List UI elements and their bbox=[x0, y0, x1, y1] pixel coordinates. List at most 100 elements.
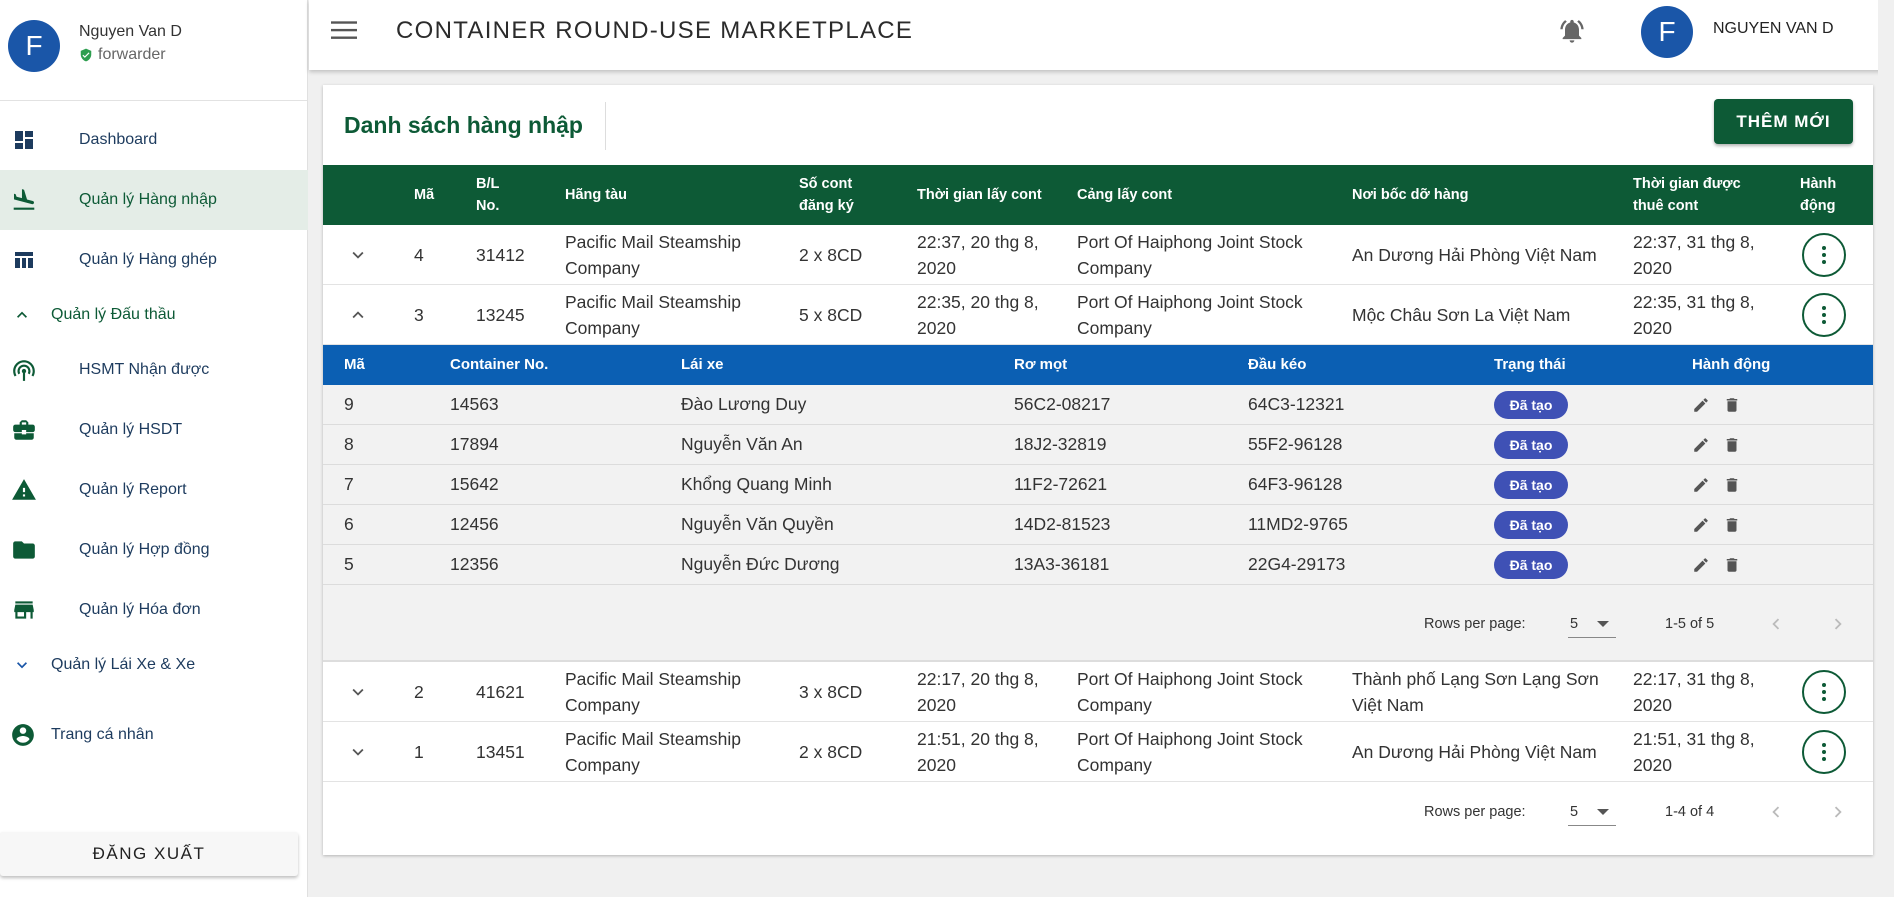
table-pagination: Rows per page: 5 1-4 of 4 bbox=[323, 783, 1873, 843]
shield-check-icon bbox=[80, 48, 92, 62]
page-title: Danh sách hàng nhập bbox=[344, 112, 583, 138]
sidebar-group-dau-thau[interactable]: Quản lý Đấu thầu bbox=[0, 290, 308, 340]
more-actions-button[interactable] bbox=[1802, 293, 1846, 337]
chevron-up-icon[interactable] bbox=[347, 304, 369, 326]
account-circle-icon bbox=[10, 722, 36, 748]
subcell-ro-mooc: 56C2-08217 bbox=[1014, 394, 1111, 414]
chevron-down-icon[interactable] bbox=[347, 681, 369, 703]
table-row[interactable]: 4 31412 Pacific Mail Steamship Company 2… bbox=[323, 225, 1873, 285]
sidebar-group-label: Quản lý Đấu thầu bbox=[51, 306, 176, 323]
cell-noi-boc: Mộc Châu Sơn La Việt Nam bbox=[1352, 305, 1571, 325]
col-tg-thue-line1[interactable]: Thời gian được bbox=[1633, 173, 1741, 195]
subtable-header: Mã Container No. Lái xe Rơ mọt Đầu kéo T… bbox=[323, 345, 1873, 385]
logout-button[interactable]: ĐĂNG XUẤT bbox=[0, 832, 298, 876]
edit-icon[interactable] bbox=[1692, 516, 1710, 534]
delete-icon[interactable] bbox=[1723, 476, 1741, 494]
col-tg-lay-cont[interactable]: Thời gian lấy cont bbox=[917, 184, 1042, 206]
cell-tg-thue: 21:51, 31 thg 8, bbox=[1633, 729, 1755, 749]
col-cang-lay-cont[interactable]: Cảng lấy cont bbox=[1077, 184, 1172, 206]
cell-so-cont: 2 x 8CD bbox=[799, 742, 863, 762]
subcell-lai-xe: Khổng Quang Minh bbox=[681, 474, 832, 494]
sidebar-item-hsdt[interactable]: Quản lý HSDT bbox=[0, 400, 308, 460]
sidebar-item-hop-dong[interactable]: Quản lý Hợp đồng bbox=[0, 520, 308, 580]
cell-cang: Company bbox=[1077, 755, 1152, 775]
header-avatar[interactable]: F bbox=[1641, 6, 1693, 58]
sidebar-item-hang-ghep[interactable]: Quản lý Hàng ghép bbox=[0, 230, 308, 290]
sidebar-item-hsmt[interactable]: HSMT Nhận được bbox=[0, 340, 308, 400]
delete-icon[interactable] bbox=[1723, 516, 1741, 534]
page-scrollbar[interactable] bbox=[1878, 0, 1894, 897]
col-bl-line1[interactable]: B/L bbox=[476, 173, 499, 195]
rows-per-page-select[interactable]: 5 bbox=[1568, 608, 1616, 638]
cell-hang-tau: Company bbox=[565, 695, 640, 715]
sidebar-item-hoa-don[interactable]: Quản lý Hóa đơn bbox=[0, 580, 308, 640]
rows-per-page-value: 5 bbox=[1570, 616, 1579, 632]
sidebar-item-report[interactable]: Quản lý Report bbox=[0, 460, 308, 520]
delete-icon[interactable] bbox=[1723, 436, 1741, 454]
subtable-row[interactable]: 8 17894 Nguyễn Văn An 18J2-32819 55F2-96… bbox=[323, 425, 1873, 465]
cell-tg-lay: 2020 bbox=[917, 318, 956, 338]
col-bl-line2[interactable]: No. bbox=[476, 195, 499, 217]
cell-noi-boc: An Dương Hải Phòng Việt Nam bbox=[1352, 742, 1597, 762]
chevron-left-icon[interactable] bbox=[1765, 613, 1787, 635]
sidebar-group-lai-xe[interactable]: Quản lý Lái Xe & Xe bbox=[0, 640, 308, 690]
status-badge: Đã tạo bbox=[1494, 511, 1568, 539]
col-tg-thue-line2[interactable]: thuê cont bbox=[1633, 195, 1698, 217]
col-so-cont-line1[interactable]: Số cont bbox=[799, 173, 852, 195]
col-ma[interactable]: Mã bbox=[414, 184, 434, 206]
sidebar-item-hang-nhap[interactable]: Quản lý Hàng nhập bbox=[0, 170, 308, 230]
col-noi-boc[interactable]: Nơi bốc dỡ hàng bbox=[1352, 184, 1468, 206]
cell-cang: Port Of Haiphong Joint Stock bbox=[1077, 729, 1303, 749]
edit-icon[interactable] bbox=[1692, 476, 1710, 494]
edit-icon[interactable] bbox=[1692, 396, 1710, 414]
page-range: 1-4 of 4 bbox=[1665, 804, 1715, 820]
table-row[interactable]: 3 13245 Pacific Mail Steamship Company 5… bbox=[323, 285, 1873, 345]
sidebar-item-dashboard[interactable]: Dashboard bbox=[0, 110, 308, 170]
menu-icon[interactable] bbox=[331, 19, 357, 41]
subtable-row[interactable]: 7 15642 Khổng Quang Minh 11F2-72621 64F3… bbox=[323, 465, 1873, 505]
col-so-cont-line2[interactable]: đăng ký bbox=[799, 195, 854, 217]
more-actions-button[interactable] bbox=[1802, 730, 1846, 774]
chevron-right-icon[interactable] bbox=[1827, 613, 1849, 635]
cell-tg-lay: 22:35, 20 thg 8, bbox=[917, 292, 1039, 312]
sidebar-nav: Dashboard Quản lý Hàng nhập Quản lý Hàng… bbox=[0, 110, 308, 780]
subcol-ma: Mã bbox=[344, 356, 365, 373]
subtable-row[interactable]: 9 14563 Đào Lương Duy 56C2-08217 64C3-12… bbox=[323, 385, 1873, 425]
more-actions-button[interactable] bbox=[1802, 670, 1846, 714]
sidebar-item-label: Quản lý HSDT bbox=[79, 421, 183, 438]
chevron-down-icon[interactable] bbox=[347, 244, 369, 266]
subtable-row[interactable]: 5 12356 Nguyễn Đức Dương 13A3-36181 22G4… bbox=[323, 545, 1873, 585]
col-hang-tau[interactable]: Hãng tàu bbox=[565, 184, 627, 206]
cell-so-cont: 5 x 8CD bbox=[799, 305, 863, 325]
subcol-ro-mooc: Rơ mọt bbox=[1014, 356, 1068, 373]
chevron-left-icon[interactable] bbox=[1765, 801, 1787, 823]
header-user-name[interactable]: NGUYEN VAN D bbox=[1713, 20, 1834, 38]
wifi-tethering-icon bbox=[11, 357, 37, 383]
more-actions-button[interactable] bbox=[1802, 233, 1846, 277]
dropdown-arrow-icon bbox=[1597, 809, 1609, 815]
add-new-button[interactable]: THÊM MỚI bbox=[1714, 99, 1853, 144]
chevron-down-icon bbox=[17, 662, 27, 669]
rows-per-page-select[interactable]: 5 bbox=[1568, 796, 1616, 826]
cell-hang-tau: Pacific Mail Steamship bbox=[565, 669, 742, 689]
delete-icon[interactable] bbox=[1723, 556, 1741, 574]
more-vert-icon bbox=[1822, 306, 1826, 324]
table-row[interactable]: 1 13451 Pacific Mail Steamship Company 2… bbox=[323, 722, 1873, 782]
chevron-down-icon[interactable] bbox=[347, 741, 369, 763]
edit-icon[interactable] bbox=[1692, 436, 1710, 454]
store-icon bbox=[11, 597, 37, 623]
import-list-card: Danh sách hàng nhập THÊM MỚI Mã B/L No. … bbox=[323, 85, 1873, 855]
delete-icon[interactable] bbox=[1723, 396, 1741, 414]
chevron-right-icon[interactable] bbox=[1827, 801, 1849, 823]
cell-ma: 4 bbox=[414, 245, 424, 265]
cell-tg-thue: 2020 bbox=[1633, 318, 1672, 338]
avatar[interactable]: F bbox=[8, 20, 60, 72]
subcell-container: 17894 bbox=[450, 434, 499, 454]
table-row[interactable]: 2 41621 Pacific Mail Steamship Company 3… bbox=[323, 662, 1873, 722]
subtable-row[interactable]: 6 12456 Nguyễn Văn Quyền 14D2-81523 11MD… bbox=[323, 505, 1873, 545]
table-icon bbox=[11, 247, 37, 273]
edit-icon[interactable] bbox=[1692, 556, 1710, 574]
sidebar-item-ca-nhan[interactable]: Trang cá nhân bbox=[0, 690, 308, 780]
user-role: forwarder bbox=[79, 46, 166, 64]
notifications-active-icon[interactable] bbox=[1558, 16, 1586, 46]
